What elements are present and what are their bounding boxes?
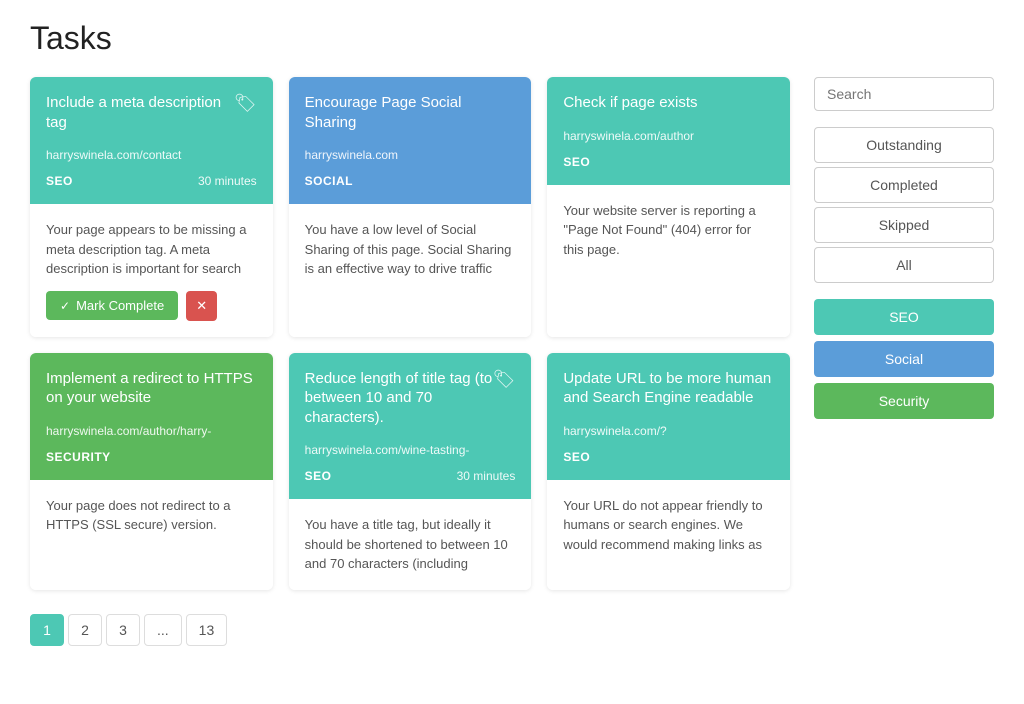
task-title-row: Implement a redirect to HTTPS on your we…	[46, 369, 257, 408]
task-card: Check if page exists harryswinela.com/au…	[547, 77, 790, 337]
page-btn-3[interactable]: 3	[106, 614, 140, 646]
task-title-row: Encourage Page Social Sharing	[305, 93, 516, 132]
tasks-grid: Include a meta description tag 🏷 harrysw…	[30, 77, 790, 590]
task-category: SEO	[563, 450, 590, 464]
task-url: harryswinela.com/author	[563, 129, 774, 143]
mark-complete-label: Mark Complete	[76, 298, 164, 313]
task-meta: SOCIAL	[305, 174, 516, 188]
tag-icon: 🏷	[492, 369, 515, 390]
task-card-header: Include a meta description tag 🏷 harrysw…	[30, 77, 273, 204]
task-card-body: Your website server is reporting a "Page…	[547, 185, 790, 337]
task-url: harryswinela.com/?	[563, 424, 774, 438]
task-category: SECURITY	[46, 450, 111, 464]
category-group: SEO Social Security	[814, 299, 994, 419]
task-time: 30 minutes	[198, 174, 257, 188]
task-card-header: Reduce length of title tag (to between 1…	[289, 353, 532, 500]
filter-btn-outstanding[interactable]: Outstanding	[814, 127, 994, 163]
task-title-row: Reduce length of title tag (to between 1…	[305, 369, 516, 428]
category-btn-security[interactable]: Security	[814, 383, 994, 419]
task-card: Include a meta description tag 🏷 harrysw…	[30, 77, 273, 337]
mark-complete-button[interactable]: ✓ Mark Complete	[46, 291, 178, 320]
task-description: Your page does not redirect to a HTTPS (…	[46, 496, 257, 535]
task-card-body: Your page appears to be missing a meta d…	[30, 204, 273, 337]
task-title: Encourage Page Social Sharing	[305, 93, 516, 132]
filter-btn-skipped[interactable]: Skipped	[814, 207, 994, 243]
task-card-header: Update URL to be more human and Search E…	[547, 353, 790, 480]
task-category: SEO	[305, 469, 332, 483]
page-btn-1[interactable]: 1	[30, 614, 64, 646]
page-ellipsis[interactable]: ...	[144, 614, 182, 646]
search-input[interactable]	[814, 77, 994, 111]
task-description: Your URL do not appear friendly to human…	[563, 496, 774, 555]
task-title: Implement a redirect to HTTPS on your we…	[46, 369, 257, 408]
task-description: Your page appears to be missing a meta d…	[46, 220, 257, 279]
filter-btn-all[interactable]: All	[814, 247, 994, 283]
task-meta: SEO 30 minutes	[305, 469, 516, 483]
task-card: Encourage Page Social Sharing harryswine…	[289, 77, 532, 337]
category-btn-seo[interactable]: SEO	[814, 299, 994, 335]
page-btn-13[interactable]: 13	[186, 614, 228, 646]
task-title: Check if page exists	[563, 93, 697, 113]
task-title: Update URL to be more human and Search E…	[563, 369, 774, 408]
task-category: SEO	[563, 155, 590, 169]
category-btn-social[interactable]: Social	[814, 341, 994, 377]
task-category: SOCIAL	[305, 174, 353, 188]
checkmark-icon: ✓	[60, 299, 70, 313]
task-time: 30 minutes	[457, 469, 516, 483]
task-title-row: Check if page exists	[563, 93, 774, 113]
task-title: Include a meta description tag	[46, 93, 234, 132]
task-meta: SECURITY	[46, 450, 257, 464]
task-card-body: Your URL do not appear friendly to human…	[547, 480, 790, 590]
pagination: 123...13	[30, 614, 790, 646]
sidebar: Outstanding Completed Skipped All SEO Social…	[814, 77, 994, 646]
task-title-row: Update URL to be more human and Search E…	[563, 369, 774, 408]
task-url: harryswinela.com/wine-tasting-	[305, 443, 516, 457]
filter-btn-completed[interactable]: Completed	[814, 167, 994, 203]
task-url: harryswinela.com/author/harry-	[46, 424, 257, 438]
task-card: Update URL to be more human and Search E…	[547, 353, 790, 590]
task-card-header: Implement a redirect to HTTPS on your we…	[30, 353, 273, 480]
task-card-body: Your page does not redirect to a HTTPS (…	[30, 480, 273, 590]
task-card-body: You have a title tag, but ideally it sho…	[289, 499, 532, 590]
task-meta: SEO	[563, 450, 774, 464]
task-url: harryswinela.com/contact	[46, 148, 257, 162]
task-url: harryswinela.com	[305, 148, 516, 162]
dismiss-button[interactable]: ✕	[186, 291, 217, 321]
task-category: SEO	[46, 174, 73, 188]
main-content: Include a meta description tag 🏷 harrysw…	[30, 77, 790, 646]
task-description: You have a title tag, but ideally it sho…	[305, 515, 516, 574]
task-card-header: Check if page exists harryswinela.com/au…	[547, 77, 790, 185]
page-title: Tasks	[30, 20, 994, 57]
task-description: Your website server is reporting a "Page…	[563, 201, 774, 260]
task-card-header: Encourage Page Social Sharing harryswine…	[289, 77, 532, 204]
task-title-row: Include a meta description tag 🏷	[46, 93, 257, 132]
task-card: Reduce length of title tag (to between 1…	[289, 353, 532, 590]
filter-group: Outstanding Completed Skipped All	[814, 127, 994, 283]
task-title: Reduce length of title tag (to between 1…	[305, 369, 493, 428]
page-btn-2[interactable]: 2	[68, 614, 102, 646]
task-actions: ✓ Mark Complete ✕	[46, 291, 257, 321]
task-meta: SEO 30 minutes	[46, 174, 257, 188]
tag-icon: 🏷	[234, 93, 257, 114]
task-description: You have a low level of Social Sharing o…	[305, 220, 516, 279]
task-meta: SEO	[563, 155, 774, 169]
task-card: Implement a redirect to HTTPS on your we…	[30, 353, 273, 590]
task-card-body: You have a low level of Social Sharing o…	[289, 204, 532, 337]
